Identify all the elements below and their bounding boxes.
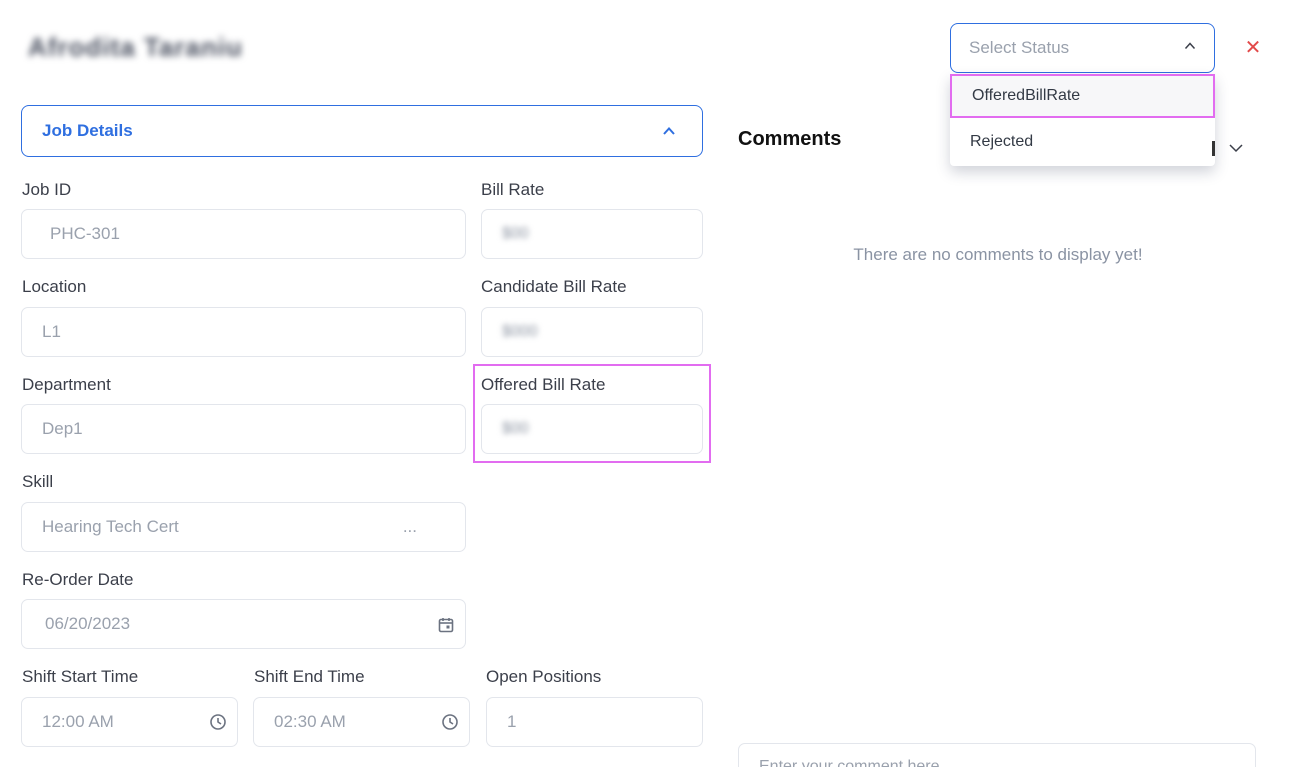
chevron-up-icon bbox=[663, 127, 675, 135]
status-option-offeredbillrate[interactable]: OfferedBillRate bbox=[950, 74, 1215, 118]
skill-field[interactable]: Hearing Tech Cert ... bbox=[21, 502, 466, 552]
job-details-header[interactable]: Job Details bbox=[21, 105, 703, 157]
status-select-placeholder: Select Status bbox=[969, 38, 1070, 57]
candidate-bill-rate-field[interactable]: $000 bbox=[481, 307, 703, 357]
comment-input[interactable]: Enter your comment here bbox=[738, 743, 1256, 767]
shift-start-field[interactable]: 12:00 AM bbox=[21, 697, 238, 747]
job-details-title: Job Details bbox=[42, 121, 133, 140]
shift-start-label: Shift Start Time bbox=[22, 667, 139, 686]
skill-more-indicator: ... bbox=[402, 517, 417, 536]
comments-title: Comments bbox=[738, 128, 842, 150]
calendar-icon[interactable] bbox=[437, 616, 455, 634]
candidate-bill-rate-label: Candidate Bill Rate bbox=[481, 277, 627, 296]
bill-rate-label: Bill Rate bbox=[481, 180, 545, 199]
chevron-down-icon[interactable] bbox=[1228, 142, 1244, 154]
location-label: Location bbox=[22, 277, 87, 296]
location-field[interactable]: L1 bbox=[21, 307, 466, 357]
shift-end-label: Shift End Time bbox=[254, 667, 365, 686]
open-positions-label: Open Positions bbox=[486, 667, 602, 686]
offered-bill-rate-label: Offered Bill Rate bbox=[481, 375, 606, 394]
no-comments-message: There are no comments to display yet! bbox=[853, 245, 1143, 264]
close-icon[interactable]: ✕ bbox=[1243, 38, 1263, 58]
chevron-up-icon bbox=[1184, 42, 1196, 50]
department-field[interactable]: Dep1 bbox=[21, 404, 466, 454]
status-dropdown: OfferedBillRate Rejected bbox=[950, 74, 1215, 166]
comments-filter-cursor bbox=[1212, 141, 1215, 156]
candidate-name: Afrodita Taraniu bbox=[28, 32, 243, 62]
offered-bill-rate-field[interactable]: $00 bbox=[481, 404, 703, 454]
shift-end-field[interactable]: 02:30 AM bbox=[253, 697, 470, 747]
clock-icon[interactable] bbox=[441, 713, 459, 731]
reorder-date-field[interactable]: 06/20/2023 bbox=[21, 599, 466, 649]
clock-icon[interactable] bbox=[209, 713, 227, 731]
reorder-date-label: Re-Order Date bbox=[22, 570, 134, 589]
status-option-rejected[interactable]: Rejected bbox=[950, 120, 1215, 164]
job-id-label: Job ID bbox=[22, 180, 72, 199]
bill-rate-field[interactable]: $00 bbox=[481, 209, 703, 259]
department-label: Department bbox=[22, 375, 111, 394]
status-select[interactable]: Select Status bbox=[950, 23, 1215, 73]
job-id-field[interactable]: PHC-301 bbox=[21, 209, 466, 259]
open-positions-field[interactable]: 1 bbox=[486, 697, 703, 747]
skill-label: Skill bbox=[22, 472, 54, 491]
